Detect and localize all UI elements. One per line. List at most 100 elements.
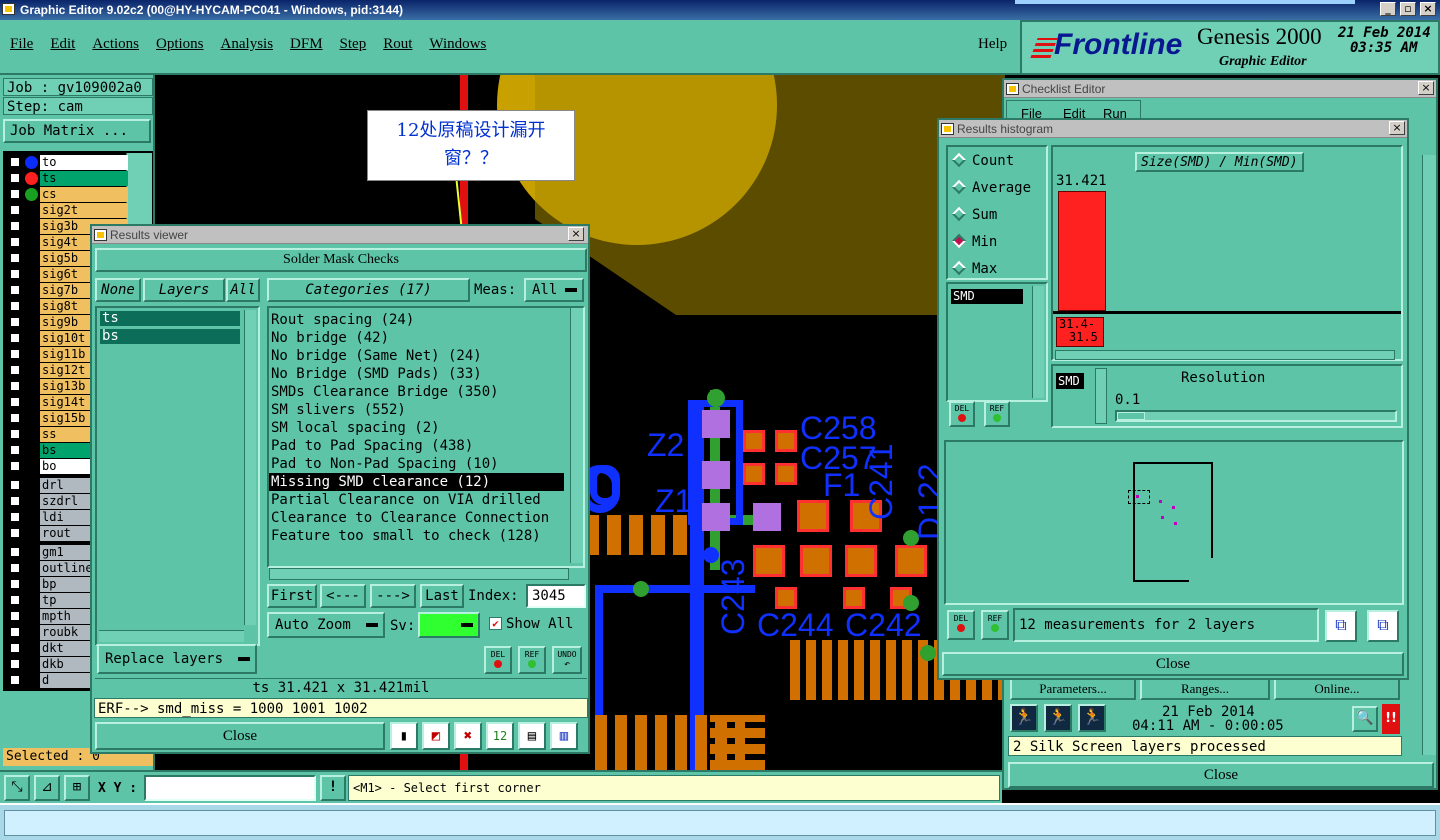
menu-help[interactable]: Help — [978, 36, 1007, 53]
radio-min[interactable]: Min — [951, 233, 1042, 251]
layers-button[interactable]: Layers — [143, 278, 225, 302]
checklist-close-x[interactable]: × — [1418, 81, 1434, 95]
layer-checkbox[interactable] — [9, 348, 21, 360]
category-item[interactable]: Pad to Pad Spacing (438) — [269, 437, 583, 455]
layer-checkbox[interactable] — [9, 527, 21, 539]
layer-checkbox[interactable] — [9, 460, 21, 472]
layer-checkbox[interactable] — [9, 236, 21, 248]
results-tool-2-icon[interactable]: ◩ — [422, 722, 450, 750]
layer-name[interactable]: sig2t — [40, 203, 128, 218]
layer-checkbox[interactable] — [9, 252, 21, 264]
parameters-button[interactable]: Parameters... — [1010, 678, 1136, 700]
menu-options[interactable]: Options — [156, 36, 204, 53]
run-icon-3[interactable]: 🏃 — [1078, 704, 1106, 732]
layer-checkbox[interactable] — [9, 562, 21, 574]
next-button[interactable]: ---> — [370, 584, 416, 608]
results-close-button[interactable]: Close — [95, 722, 385, 750]
layer-checkbox[interactable] — [9, 300, 21, 312]
radio-sum[interactable]: Sum — [951, 206, 1042, 224]
layer-item-ts[interactable]: ts — [100, 311, 240, 326]
layer-checkbox[interactable] — [9, 578, 21, 590]
category-item[interactable]: Clearance to Clearance Connection — [269, 509, 583, 527]
slider-thumb[interactable] — [1117, 412, 1145, 420]
chart-hscroll[interactable] — [1055, 350, 1395, 360]
menu-actions[interactable]: Actions — [92, 36, 139, 53]
radio-average[interactable]: Average — [951, 179, 1042, 197]
layer-checkbox[interactable] — [9, 268, 21, 280]
layer-row-ts[interactable]: ts — [8, 171, 148, 186]
list-item-smd[interactable]: SMD — [951, 289, 1023, 304]
layer-checkbox[interactable] — [9, 284, 21, 296]
layer-row-sig2t[interactable]: sig2t — [8, 203, 148, 218]
layer-row-to[interactable]: to — [8, 155, 148, 170]
category-item[interactable]: No Bridge (SMD Pads) (33) — [269, 365, 583, 383]
grid-icon[interactable]: ⊞ — [64, 775, 90, 801]
radio-diamond-icon[interactable] — [951, 152, 967, 168]
layer-color-dot[interactable] — [25, 188, 38, 201]
checklist-close-button[interactable]: Close — [1008, 762, 1434, 788]
category-vscroll[interactable] — [570, 308, 583, 563]
zoom-icon[interactable]: 🔍 — [1352, 706, 1378, 732]
menu-dfm[interactable]: DFM — [290, 36, 323, 53]
all-button[interactable]: All — [226, 278, 260, 302]
layer-row-cs[interactable]: cs — [8, 187, 148, 202]
radio-max[interactable]: Max — [951, 260, 1042, 278]
none-button[interactable]: None — [95, 278, 141, 302]
run-icon-2[interactable]: 🏃 — [1044, 704, 1072, 732]
category-item[interactable]: SMDs Clearance Bridge (350) — [269, 383, 583, 401]
del-button[interactable]: DEL — [484, 646, 512, 674]
alert-button[interactable]: ! — [320, 775, 346, 801]
layer-checkbox[interactable] — [9, 204, 21, 216]
layer-color-dot[interactable] — [25, 156, 38, 169]
layer-checkbox[interactable] — [9, 479, 21, 491]
close-button[interactable]: × — [1420, 2, 1436, 16]
layer-checkbox[interactable] — [9, 546, 21, 558]
layer-checkbox[interactable] — [9, 511, 21, 523]
show-all-checkbox[interactable]: ✔ — [489, 617, 502, 630]
layer-checkbox[interactable] — [9, 396, 21, 408]
histogram-layer-list[interactable]: SMD — [946, 282, 1048, 402]
smd-vscroll[interactable] — [1095, 368, 1107, 424]
radio-count[interactable]: Count — [951, 152, 1042, 170]
category-item[interactable]: No bridge (Same Net) (24) — [269, 347, 583, 365]
alert-icon[interactable]: !! — [1382, 704, 1400, 734]
ranges-button[interactable]: Ranges... — [1140, 678, 1270, 700]
index-field[interactable]: 3045 — [526, 584, 586, 608]
auto-zoom-dropdown[interactable]: Auto Zoom — [267, 612, 385, 638]
layer-checkbox[interactable] — [9, 316, 21, 328]
layer-checkbox[interactable] — [9, 594, 21, 606]
layer-checkbox[interactable] — [9, 172, 21, 184]
layer-checkbox[interactable] — [9, 220, 21, 232]
layer-color-dot[interactable] — [25, 172, 38, 185]
results-viewer-close-x[interactable]: × — [568, 227, 584, 241]
radio-diamond-icon[interactable] — [951, 233, 967, 249]
results-tool-6-icon[interactable]: ▥ — [550, 722, 578, 750]
layer-checkbox[interactable] — [9, 495, 21, 507]
xy-input[interactable] — [144, 775, 316, 801]
layer-checkbox[interactable] — [9, 332, 21, 344]
resolution-slider[interactable] — [1115, 410, 1397, 422]
menu-step[interactable]: Step — [340, 36, 367, 53]
layer-name[interactable]: to — [40, 155, 128, 170]
categories-button[interactable]: Categories (17) — [267, 278, 470, 302]
preview-del-button[interactable]: DEL — [947, 610, 975, 640]
menu-windows[interactable]: Windows — [429, 36, 486, 53]
layer-checkbox[interactable] — [9, 626, 21, 638]
menu-file[interactable]: File — [10, 36, 33, 53]
preview-ref-button[interactable]: REF — [981, 610, 1009, 640]
job-matrix-button[interactable]: Job Matrix ... — [3, 119, 151, 143]
prev-button[interactable]: <--- — [320, 584, 366, 608]
category-item[interactable]: Feature too small to check (128) — [269, 527, 583, 545]
checklist-vscroll[interactable] — [1422, 155, 1436, 755]
layer-checkbox[interactable] — [9, 412, 21, 424]
results-tool-4-icon[interactable]: 12 — [486, 722, 514, 750]
results-tool-1-icon[interactable]: ▮ — [390, 722, 418, 750]
hist-ref-button[interactable]: REF — [984, 401, 1010, 427]
layer-list-hscroll[interactable] — [99, 630, 244, 642]
radio-diamond-icon[interactable] — [951, 179, 967, 195]
category-item[interactable]: Pad to Non-Pad Spacing (10) — [269, 455, 583, 473]
menu-analysis[interactable]: Analysis — [221, 36, 274, 53]
category-item[interactable]: SM slivers (552) — [269, 401, 583, 419]
sv-color-dropdown[interactable] — [418, 612, 480, 638]
zoom-fit-icon[interactable]: ⤡ — [4, 775, 30, 801]
